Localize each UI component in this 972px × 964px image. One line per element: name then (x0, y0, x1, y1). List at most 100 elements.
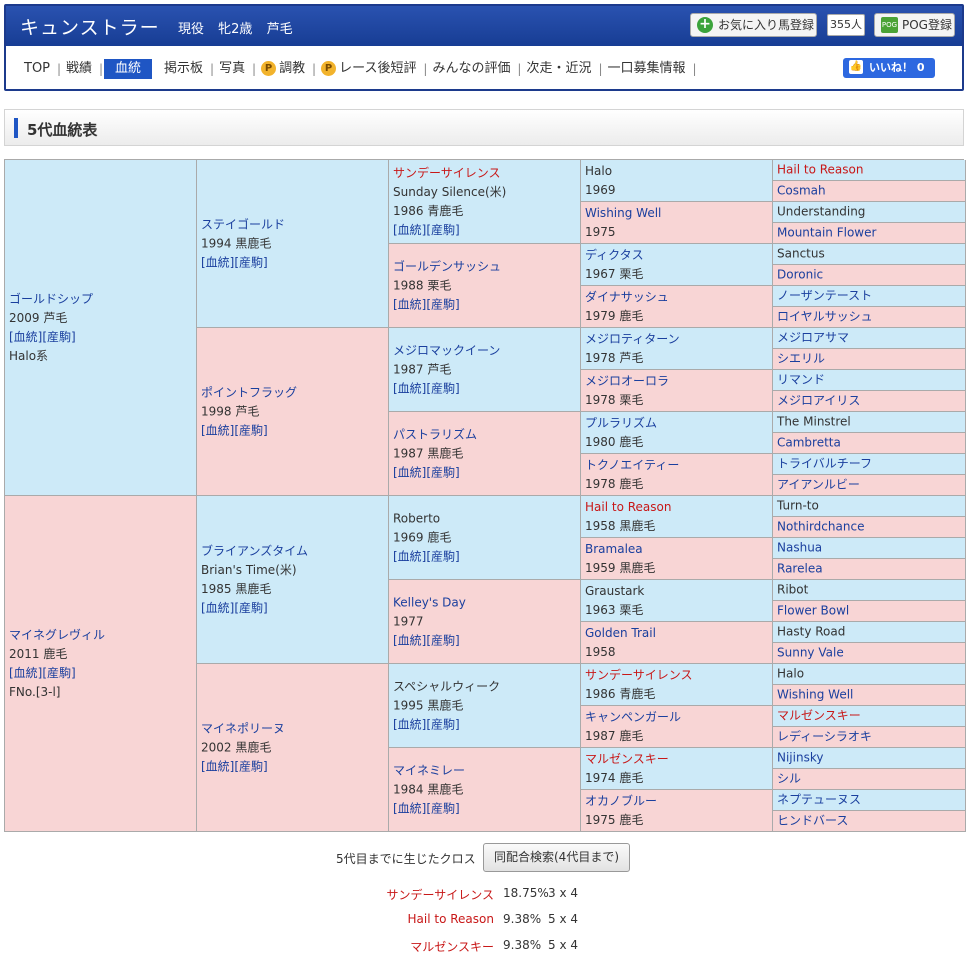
pedigree-progeny-links[interactable]: [血統][産駒] (393, 295, 578, 314)
pedigree-progeny-links[interactable]: [血統][産駒] (201, 253, 386, 272)
nav-share-offering[interactable]: 一口募集情報 (599, 60, 696, 78)
horse-name-link[interactable]: ステイゴールド (201, 217, 285, 231)
horse-name-link[interactable]: ダイナサッシュ (585, 290, 669, 304)
nav-ratings[interactable]: みんなの評価 (424, 60, 521, 78)
horse-name-link[interactable]: パストラリズム (393, 427, 477, 441)
horse-name-link[interactable]: Nothirdchance (777, 520, 864, 534)
nav-training[interactable]: P 調教 (253, 60, 316, 78)
horse-name-link[interactable]: Hail to Reason (777, 163, 863, 177)
horse-name-link[interactable]: Kelley's Day (393, 595, 466, 609)
horse-name-link[interactable]: Golden Trail (585, 626, 656, 640)
horse-name-link[interactable]: マイネポリーヌ (201, 721, 285, 735)
horse-name-link[interactable]: ゴールドシップ (9, 292, 93, 306)
horse-name-link[interactable]: メジロアサマ (777, 331, 849, 345)
like-button[interactable]: 👍 いいね！ 0 (843, 58, 935, 78)
horse-name-link[interactable]: Nashua (777, 541, 822, 555)
pog-register-button[interactable]: POG POG登録 (874, 13, 955, 37)
pedigree-progeny-links[interactable]: [血統][産駒] (393, 547, 578, 566)
horse-name-link[interactable]: サンデーサイレンス (585, 668, 693, 682)
same-mating-search-button[interactable]: 同配合検索(4代目まで) (483, 843, 630, 872)
horse-name-link[interactable]: マイネグレヴィル (9, 628, 105, 642)
horse-info-line: 1986 青鹿毛 (585, 686, 656, 701)
horse-name-link[interactable]: Wishing Well (777, 688, 853, 702)
horse-name-link[interactable]: Bramalea (585, 542, 643, 556)
pedigree-progeny-links[interactable]: [血統][産駒] (201, 757, 386, 776)
horse-name-link[interactable]: メジロアイリス (777, 394, 860, 408)
horse-name-link[interactable]: ネプテューヌス (777, 793, 861, 807)
horse-name-link[interactable]: プルラリズム (585, 416, 657, 430)
horse-name-link[interactable]: Mountain Flower (777, 226, 876, 240)
pedigree-progeny-links[interactable]: [血統][産駒] (393, 379, 578, 398)
pedigree-cell-content: Hail to Reason 1958 黒鹿毛 (585, 498, 770, 536)
horse-name-link[interactable]: シエリル (777, 352, 825, 366)
horse-name-link[interactable]: ディクタス (585, 248, 644, 262)
title-bar: キュンストラー 現役 牝2歳 芦毛 + お気に入り馬登録 355人 POG PO… (6, 6, 962, 46)
pedigree-progeny-links[interactable]: [血統][産駒] (9, 664, 194, 683)
pedigree-cell-gen5: Nashua (773, 538, 966, 559)
horse-name-link[interactable]: サンデーサイレンス (393, 166, 501, 180)
horse-name-link[interactable]: トクノエイティー (585, 458, 679, 472)
horse-name-link[interactable]: シル (777, 772, 801, 786)
pedigree-cell-gen5: ヒンドバース (773, 811, 966, 832)
horse-name-link[interactable]: アイアンルビー (777, 478, 860, 492)
pedigree-progeny-links[interactable]: [血統][産駒] (393, 799, 578, 818)
horse-name-link[interactable]: ヒンドバース (777, 814, 848, 828)
horse-name-link[interactable]: ポイントフラッグ (201, 385, 297, 399)
cross-horse-link[interactable]: マルゼンスキー (410, 938, 494, 955)
horse-name-link[interactable]: マルゼンスキー (585, 752, 669, 766)
horse-name-link[interactable]: キャンペンガール (585, 710, 681, 724)
horse-name-link[interactable]: Rarelea (777, 562, 823, 576)
horse-name-link[interactable]: ノーザンテースト (777, 289, 872, 303)
horse-name-link[interactable]: Sunny Vale (777, 646, 844, 660)
pedigree-cell-content: リマンド (777, 371, 963, 390)
pedigree-progeny-links[interactable]: [血統][産駒] (393, 631, 578, 650)
pedigree-progeny-links[interactable]: [血統][産駒] (393, 463, 578, 482)
horse-name-link[interactable]: オカノブルー (585, 794, 657, 808)
pedigree-cell-gen4: サンデーサイレンス 1986 青鹿毛 (581, 664, 773, 706)
pedigree-cell-content: Flower Bowl (777, 602, 963, 621)
horse-name-link[interactable]: Doronic (777, 268, 823, 282)
horse-name-link[interactable]: Flower Bowl (777, 604, 849, 618)
running-status: 現役 (178, 22, 205, 37)
horse-name-link[interactable]: Nijinsky (777, 751, 823, 765)
nav-results[interactable]: 戦績 (58, 60, 103, 78)
pedigree-progeny-links[interactable]: [血統][産駒] (201, 599, 386, 618)
favorite-register-button[interactable]: + お気に入り馬登録 (690, 13, 817, 37)
horse-name-link[interactable]: メジロマックイーン (393, 343, 500, 357)
nav-board[interactable]: 掲示板 (156, 60, 214, 78)
nav-next-race[interactable]: 次走・近況 (518, 60, 602, 78)
nav-pedigree[interactable]: 血統 (104, 59, 153, 79)
horse-name-link[interactable]: リマンド (777, 373, 825, 387)
cross-horse-link[interactable]: サンデーサイレンス (386, 886, 494, 903)
pedigree-cell-gen4: トクノエイティー 1978 鹿毛 (581, 454, 773, 496)
pedigree-progeny-links[interactable]: [血統][産駒] (201, 421, 386, 440)
nav-photos[interactable]: 写真 (211, 60, 256, 78)
pedigree-progeny-links[interactable]: [血統][産駒] (393, 715, 578, 734)
horse-name-link[interactable]: メジロティターン (585, 332, 680, 346)
pedigree-progeny-links[interactable]: [血統][産駒] (9, 328, 194, 347)
horse-name-link[interactable]: Hail to Reason (585, 500, 671, 514)
horse-name-link[interactable]: ブライアンズタイム (201, 544, 308, 558)
horse-name-link[interactable]: Wishing Well (585, 206, 661, 220)
pedigree-cell-content: Sanctus (777, 245, 963, 264)
horse-name-link[interactable]: トライバルチーフ (777, 457, 872, 471)
horse-name-link[interactable]: Cosmah (777, 184, 826, 198)
pedigree-progeny-links[interactable]: [血統][産駒] (393, 221, 578, 240)
pedigree-cell-content: Golden Trail 1958 (585, 624, 770, 662)
nav-top[interactable]: TOP (20, 60, 61, 78)
horse-info-line: 1974 鹿毛 (585, 770, 644, 785)
horse-name-link[interactable]: レディーシラオキ (777, 730, 872, 744)
horse-name-link[interactable]: ゴールデンサッシュ (393, 259, 501, 273)
horse-name-link[interactable]: マルゼンスキー (777, 709, 861, 723)
horse-name-link[interactable]: マイネミレー (393, 763, 465, 777)
nav-race-review[interactable]: P レース後短評 (313, 60, 428, 78)
pedigree-cell-gen4: プルラリズム 1980 鹿毛 (581, 412, 773, 454)
pedigree-cell-content: Cambretta (777, 434, 963, 453)
horse-info-line: 1987 鹿毛 (585, 728, 644, 743)
horse-name-link[interactable]: メジロオーロラ (585, 374, 669, 388)
pedigree-cell-gen5: トライバルチーフ (773, 454, 966, 475)
cross-horse-link[interactable]: Hail to Reason (408, 912, 494, 926)
horse-name-link[interactable]: ロイヤルサッシュ (777, 310, 873, 324)
horse-name-link: Turn-to (777, 498, 819, 513)
horse-name-link[interactable]: Cambretta (777, 436, 841, 450)
